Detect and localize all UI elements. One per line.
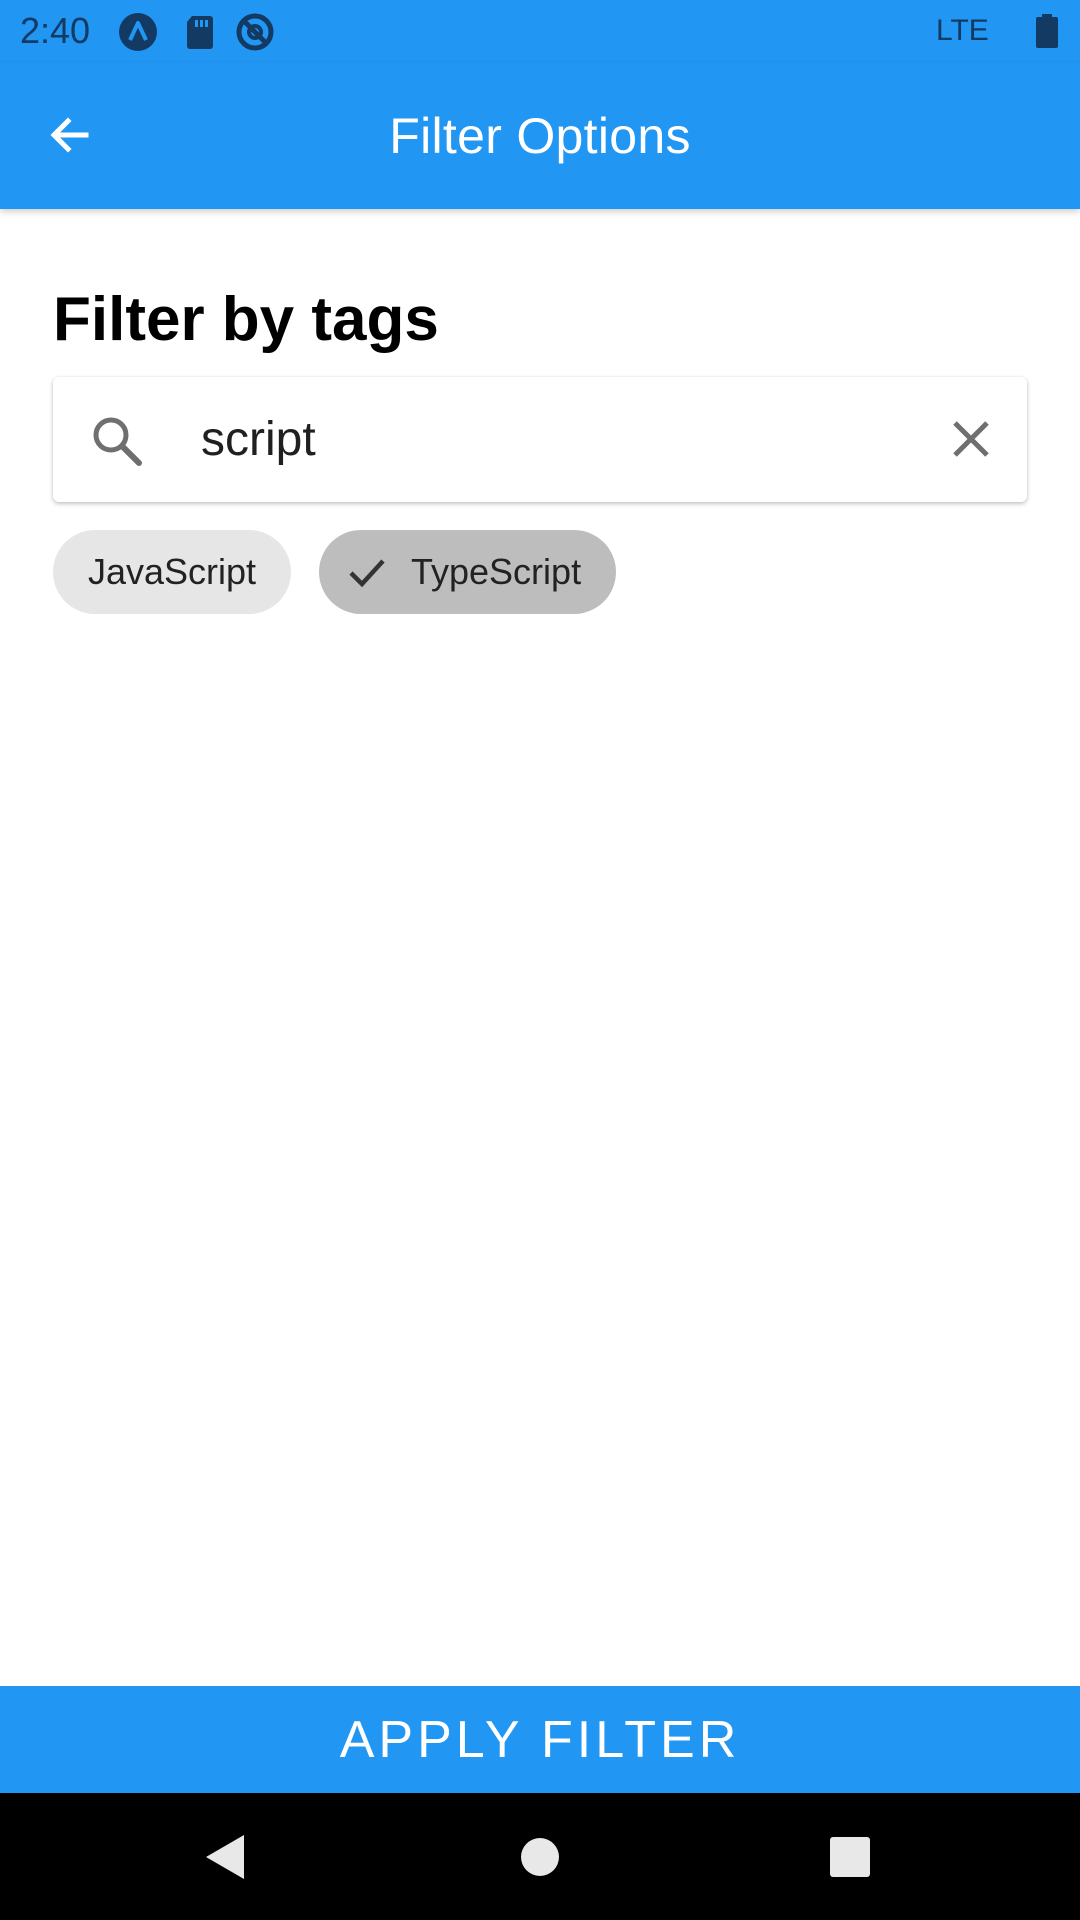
page-title: Filter Options [389,108,691,164]
section-title: Filter by tags [53,285,439,354]
chip-label: JavaScript [87,551,257,592]
search-icon [93,417,142,466]
nav-recents-button[interactable] [818,1825,882,1889]
network-label: LTE [936,14,989,47]
check-icon [349,559,385,588]
clear-search-button[interactable] [939,407,1003,471]
app-bar: Filter Options [0,63,1080,209]
do-not-disturb-icon [236,13,274,51]
nav-home-button[interactable] [508,1825,572,1889]
chip-label: TypeScript [411,551,582,592]
tag-chip-javascript[interactable]: JavaScript [53,530,291,614]
nav-back-button[interactable] [194,1825,258,1889]
clear-icon [953,421,989,457]
status-time: 2:40 [20,10,91,51]
back-triangle-icon [206,1835,244,1879]
recents-square-icon [830,1837,870,1877]
apply-filter-button[interactable]: APPLY FILTER [0,1686,1080,1793]
search-input[interactable] [201,403,901,475]
app-notification-icon [119,13,157,51]
tag-chip-typescript[interactable]: TypeScript [319,530,616,614]
battery-icon [1036,14,1058,48]
sd-card-icon [187,16,213,49]
status-bar: 2:40 LTE [0,0,1080,63]
system-navigation-bar [0,1793,1080,1920]
filter-options-screen: 2:40 LTE Filter Options Filter by tags s… [0,0,1080,1920]
home-circle-icon [521,1838,559,1876]
search-bar [53,377,1027,502]
